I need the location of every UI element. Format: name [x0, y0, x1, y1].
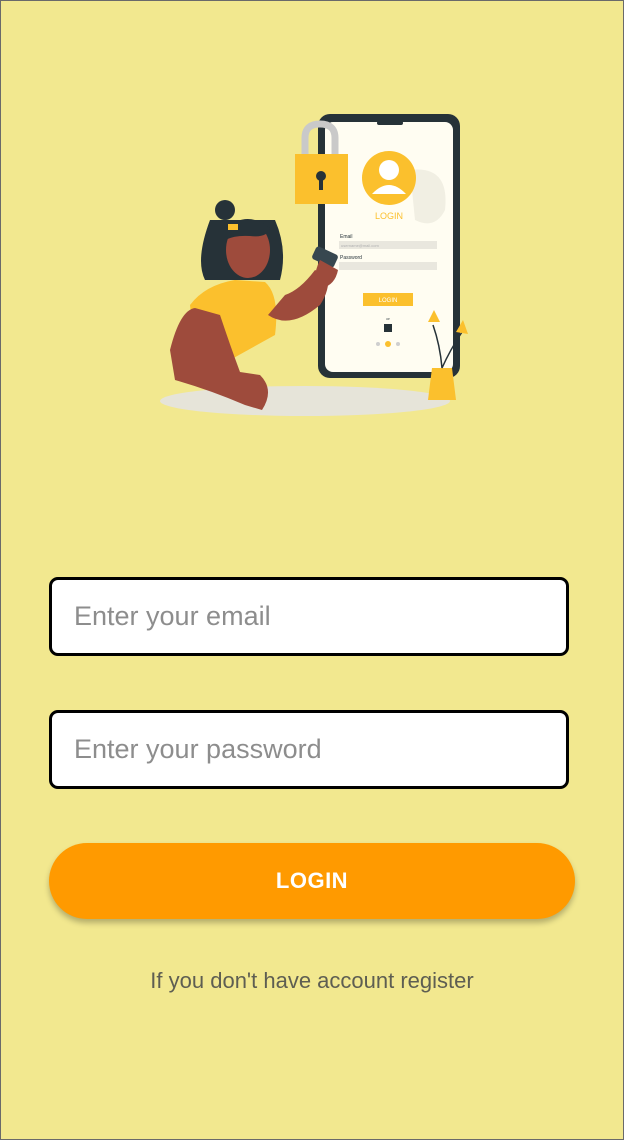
- login-button[interactable]: LOGIN: [49, 843, 575, 919]
- register-link[interactable]: If you don't have account register: [0, 968, 624, 994]
- email-field[interactable]: [49, 577, 569, 656]
- phone-login-button: LOGIN: [379, 298, 398, 304]
- password-input[interactable]: [52, 713, 566, 786]
- email-input[interactable]: [52, 580, 566, 653]
- login-illustration: LOGIN Email username@mail.com Password L…: [160, 114, 468, 416]
- phone-login-title: LOGIN: [375, 211, 403, 221]
- phone-email-placeholder: username@mail.com: [341, 243, 380, 248]
- phone-email-label: Email: [340, 234, 353, 240]
- password-field[interactable]: [49, 710, 569, 789]
- phone-password-label: Password: [340, 255, 362, 261]
